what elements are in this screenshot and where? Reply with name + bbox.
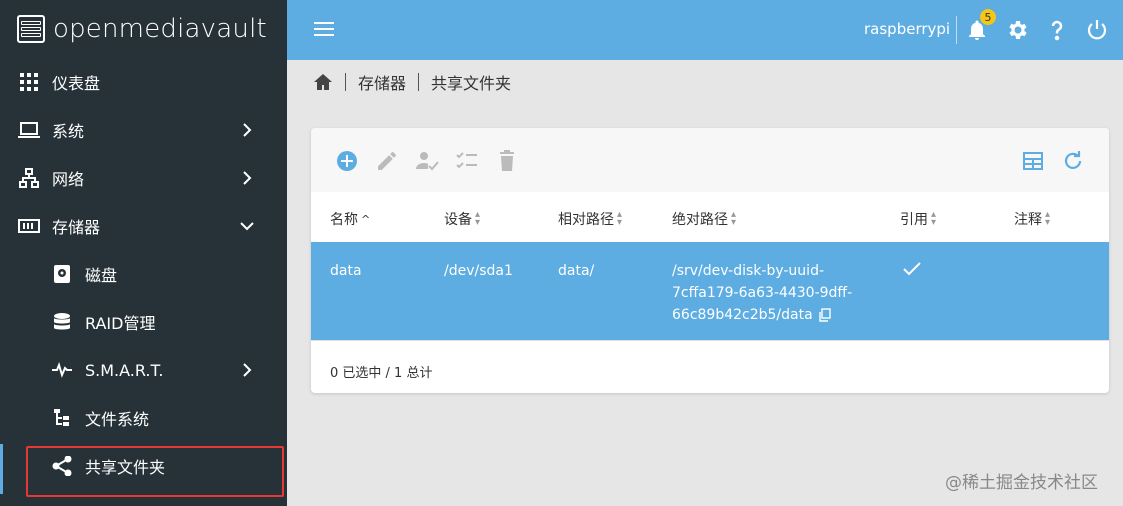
cell-relpath: data/ <box>558 263 595 279</box>
cell-name: data <box>330 263 362 279</box>
sidebar-item-shared-folders[interactable]: 共享文件夹 <box>0 442 287 490</box>
sidebar-item-label: 磁盘 <box>85 266 118 285</box>
pulse-icon <box>51 359 73 381</box>
hostname: raspberrypi <box>864 20 951 38</box>
sidebar-item-smart[interactable]: S.M.A.R.T. <box>0 346 287 394</box>
abspath-line: 7cffa179-6a63-4430-9dff- <box>672 285 853 301</box>
column-header-name[interactable]: 名称 ^ <box>330 209 370 229</box>
column-header-abspath[interactable]: 绝对路径 ▴ ▾ <box>672 209 736 229</box>
sidebar-item-raid[interactable]: RAID管理 <box>0 298 287 346</box>
sidebar-item-label: RAID管理 <box>85 314 156 333</box>
sidebar-item-label: 文件系统 <box>85 410 150 429</box>
sidebar-item-dashboard[interactable]: 仪表盘 <box>0 58 287 106</box>
column-toggle-icon[interactable] <box>1021 149 1045 173</box>
sidebar-item-label: 网络 <box>52 170 85 189</box>
breadcrumb: 存储器 共享文件夹 <box>313 70 511 94</box>
gear-icon[interactable] <box>1005 18 1029 42</box>
acl-list-icon[interactable] <box>455 149 479 173</box>
trash-icon[interactable] <box>495 149 519 173</box>
chevron-right-icon <box>243 123 252 137</box>
table-row[interactable]: data /dev/sda1 data/ /srv/dev-disk-by-uu… <box>311 242 1109 340</box>
brand-logo-icon <box>17 15 45 43</box>
disk-icon <box>51 263 73 285</box>
brand-name: openmediavault <box>53 14 267 44</box>
edit-icon[interactable] <box>375 149 399 173</box>
sidebar: openmediavault 仪表盘 系统 网络 存储器 磁盘 RAID管理 S… <box>0 0 287 506</box>
top-bar: raspberrypi 5 <box>287 0 1123 60</box>
breadcrumb-separator <box>418 73 420 91</box>
sidebar-item-network[interactable]: 网络 <box>0 154 287 202</box>
hamburger-menu-icon[interactable] <box>313 18 335 40</box>
chevron-right-icon <box>243 171 252 185</box>
column-header-device[interactable]: 设备 ▴ ▾ <box>444 209 480 229</box>
sidebar-nav: 仪表盘 系统 网络 存储器 磁盘 RAID管理 S.M.A.R.T. 文件系统 … <box>0 58 287 490</box>
laptop-icon <box>18 119 40 141</box>
table-header: 名称 ^ 设备 ▴ ▾ 相对路径 ▴ ▾ 绝对路径 ▴ ▾ 引用 ▴ ▾ 注释 ▴ ▾ <box>311 192 1109 242</box>
active-indicator <box>0 444 3 494</box>
file-tree-icon <box>51 407 73 429</box>
power-icon[interactable] <box>1085 18 1109 42</box>
table-footer: 0 已选中 / 1 总计 <box>311 340 1109 393</box>
watermark: @稀土掘金技术社区 <box>945 473 1098 493</box>
sidebar-item-label: 存储器 <box>52 218 101 237</box>
user-permissions-icon[interactable] <box>415 149 439 173</box>
sidebar-item-disks[interactable]: 磁盘 <box>0 250 287 298</box>
sidebar-item-label: 共享文件夹 <box>85 458 166 477</box>
shared-folders-card: 名称 ^ 设备 ▴ ▾ 相对路径 ▴ ▾ 绝对路径 ▴ ▾ 引用 ▴ ▾ 注释 ▴ ▾ data /d… <box>311 128 1109 393</box>
abspath-line: 66c89b42c2b5/data <box>672 307 813 323</box>
sidebar-item-label: 系统 <box>52 122 85 141</box>
home-icon[interactable] <box>313 73 333 91</box>
brand[interactable]: openmediavault <box>0 0 287 58</box>
breadcrumb-item-shared-folders: 共享文件夹 <box>431 74 512 93</box>
column-header-relpath[interactable]: 相对路径 ▴ ▾ <box>558 209 622 229</box>
breadcrumb-item-storage[interactable]: 存储器 <box>358 70 406 94</box>
dashboard-grid-icon <box>18 71 40 93</box>
cell-device: /dev/sda1 <box>444 263 513 279</box>
share-icon <box>51 455 73 477</box>
sidebar-item-system[interactable]: 系统 <box>0 106 287 154</box>
column-header-comment[interactable]: 注释 ▴ ▾ <box>1014 209 1050 229</box>
sidebar-item-label: S.M.A.R.T. <box>85 360 164 380</box>
add-icon[interactable] <box>335 149 359 173</box>
chevron-down-icon <box>240 222 254 231</box>
sidebar-item-label: 仪表盘 <box>52 74 101 93</box>
abspath-line: /srv/dev-disk-by-uuid- <box>672 263 825 279</box>
database-icon <box>51 311 73 333</box>
chevron-right-icon <box>243 363 252 377</box>
cell-abspath: /srv/dev-disk-by-uuid- 7cffa179-6a63-443… <box>672 260 852 326</box>
help-icon[interactable] <box>1045 18 1069 42</box>
sidebar-item-filesystems[interactable]: 文件系统 <box>0 394 287 442</box>
storage-icon <box>18 215 40 237</box>
check-icon <box>903 262 921 276</box>
refresh-icon[interactable] <box>1061 149 1085 173</box>
notification-badge: 5 <box>980 9 996 25</box>
sidebar-item-storage[interactable]: 存储器 <box>0 202 287 250</box>
network-icon <box>18 167 40 189</box>
breadcrumb-separator <box>345 73 346 91</box>
toolbar <box>311 128 1109 192</box>
divider <box>956 16 957 44</box>
column-header-references[interactable]: 引用 ▴ ▾ <box>900 209 936 229</box>
copy-icon[interactable] <box>818 308 832 322</box>
